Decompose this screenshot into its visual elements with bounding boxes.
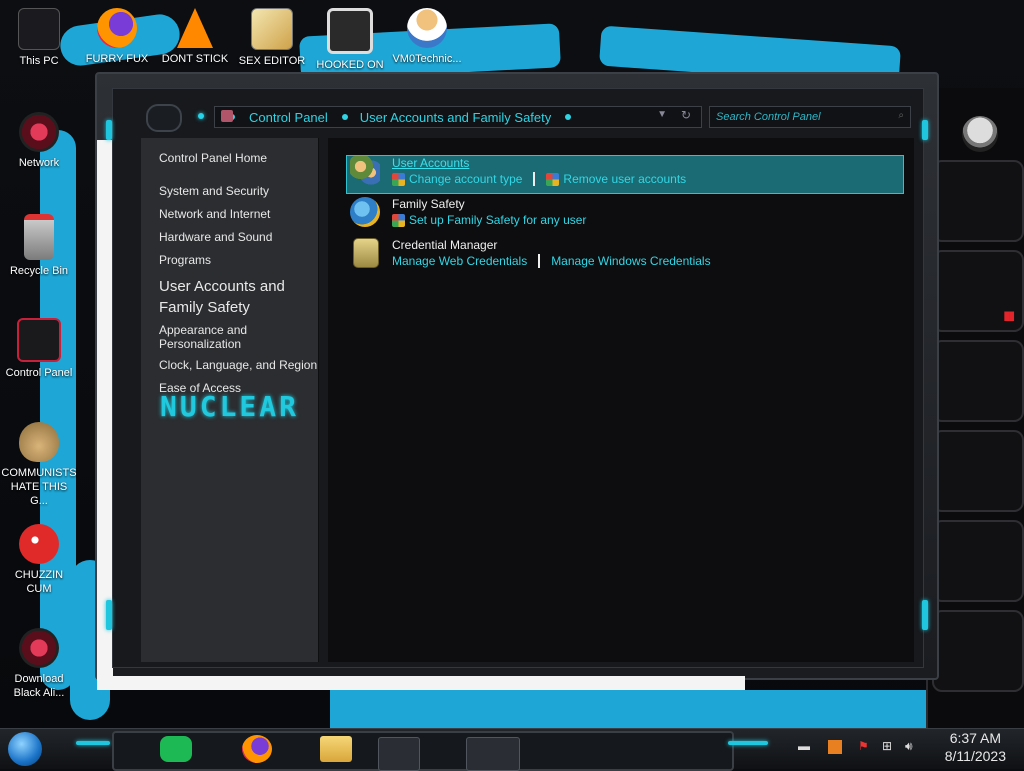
volume-icon[interactable]: 🔊︎ [905,739,913,754]
money-bag-icon [19,422,59,462]
uac-shield-icon [546,172,560,186]
manage-windows-credentials-link[interactable]: Manage Windows Credentials [551,254,710,268]
control-panel-taskbar-icon[interactable] [466,737,520,771]
chuzzle-icon [19,524,59,564]
window-edge-strip-bottom [97,676,745,690]
hxd-editor-icon [251,8,293,50]
nav-hardware-sound[interactable]: Hardware and Sound [159,230,272,244]
nav-system-security[interactable]: System and Security [159,184,269,198]
uac-shield-icon [392,172,405,186]
search-input[interactable] [710,108,902,126]
desktop-icon-vm0technic[interactable]: VM0Technic... [389,8,465,66]
show-hidden-icons[interactable]: ▬ [798,739,810,753]
link-divider [538,254,541,268]
nav-clock-language[interactable]: Clock, Language, and Region [159,358,317,372]
task-manager-icon[interactable] [378,737,420,771]
link-divider [533,172,536,186]
desktop-icon-sex-editor[interactable]: SEX EDITOR [234,8,310,68]
search-icon[interactable]: ⌕ [898,110,904,121]
desktop-icon-network[interactable]: Network [1,112,77,170]
network-icon [19,112,59,152]
firefox-icon[interactable] [242,735,272,763]
taskbar: ▬ ⚑ ⊞ 🔊︎ 6:37 AM 8/11/2023 [0,728,1024,771]
nav-user-accounts-current[interactable]: User Accounts and Family Safety [159,276,309,318]
recycle-bin-icon [24,214,54,260]
control-panel-icon [17,318,61,362]
nav-network-internet[interactable]: Network and Internet [159,207,270,221]
breadcrumb-separator [341,114,348,120]
back-forward-buttons[interactable] [146,104,182,132]
nav-appearance[interactable]: Appearance and Personalization [159,323,279,351]
taskbar-apps [112,731,734,771]
alienware-theme-icon [19,628,59,668]
system-clock[interactable]: 6:37 AM 8/11/2023 [945,729,1006,765]
desktop-icon-communists[interactable]: COMMUNISTS HATE THIS G... [1,422,77,508]
breadcrumb-user-accounts[interactable]: User Accounts and Family Safety [360,110,551,125]
desktop-icon-chuzzin[interactable]: CHUZZIN CUM [1,524,77,596]
desktop-icon-furry-fux[interactable]: FURRY FUX [79,8,155,66]
breadcrumb-control-panel[interactable]: Control Panel [249,110,328,125]
nav-control-panel-home[interactable]: Control Panel Home [159,151,267,165]
spotify-icon[interactable] [160,736,192,762]
nuclear-logo: NUCLEAR [148,380,314,432]
chevron-down-icon[interactable]: ▼ [657,109,667,120]
alienware-logo [962,116,998,152]
network-status-icon[interactable]: ⊞ [882,739,892,753]
control-panel-small-icon [221,110,233,122]
file-explorer-icon[interactable] [320,736,352,762]
desktop-icon-hooked-on[interactable]: HOOKED ON [312,8,388,72]
search-box: ⌕ [709,106,911,128]
action-center-flag-icon[interactable]: ⚑ [858,739,869,753]
address-bar[interactable]: Control Panel User Accounts and Family S… [214,106,702,128]
maze-game-icon [327,8,373,54]
computer-icon [18,8,60,50]
family-safety-title[interactable]: Family Safety [392,197,465,211]
technician-icon [407,8,447,48]
clock-date: 8/11/2023 [944,748,1006,764]
credential-manager-title[interactable]: Credential Manager [392,238,497,252]
refresh-icon[interactable]: ↻ [681,108,691,122]
nav-programs[interactable]: Programs [159,253,211,267]
uac-shield-icon [392,213,405,227]
firefox-icon [97,8,137,48]
clock-time: 6:37 AM [949,730,1002,746]
breadcrumb-separator [565,114,572,120]
start-orb-icon[interactable] [8,732,42,766]
nuclear-logo-text: NUCLEAR [160,390,300,423]
user-accounts-link[interactable]: User Accounts [392,156,469,170]
manage-web-credentials-link[interactable]: Manage Web Credentials [392,254,527,268]
credential-vault-icon [353,238,379,268]
setup-family-safety-link[interactable]: Set up Family Safety for any user [409,213,586,227]
desktop-icon-control-panel[interactable]: Control Panel [1,318,77,380]
change-account-type-link[interactable]: Change account type [409,172,522,186]
desktop-icon-dont-stick[interactable]: DONT STICK [157,8,233,66]
tray-app-icon[interactable] [828,740,842,754]
desktop-icon-this-pc[interactable]: This PC [1,8,77,68]
desktop-icon-recycle-bin[interactable]: Recycle Bin [1,214,77,278]
family-safety-icon [350,197,380,227]
vlc-cone-icon [177,8,213,48]
desktop-icon-download-black-ali[interactable]: Download Black Ali... [1,628,77,700]
users-icon [350,156,380,186]
remove-user-accounts-link[interactable]: Remove user accounts [563,172,686,186]
